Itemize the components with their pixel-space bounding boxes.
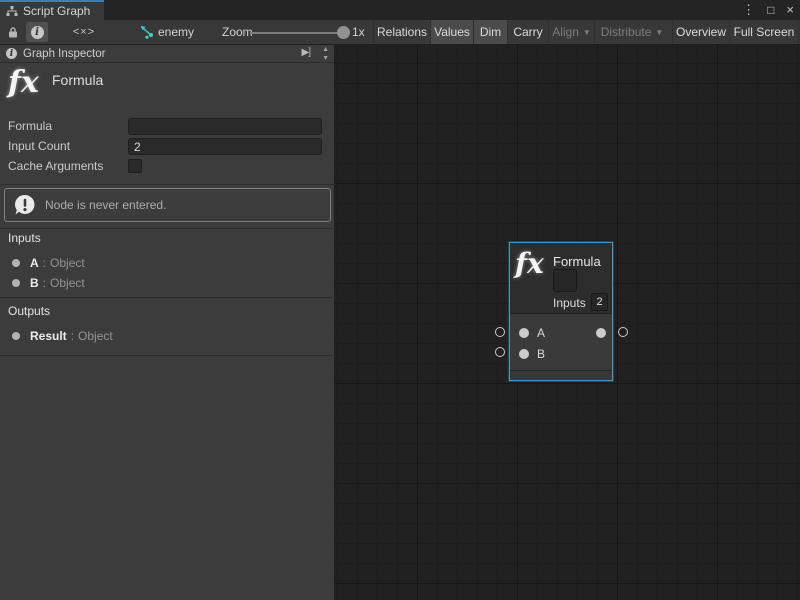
- input-port-row-b: B : Object: [0, 276, 85, 290]
- inspector-title: Graph Inspector: [23, 48, 105, 60]
- port-separator: :: [43, 256, 46, 270]
- spinner-down-icon[interactable]: ▼: [322, 54, 329, 63]
- node-input-port-a[interactable]: [519, 328, 529, 338]
- port-name: Result: [30, 329, 67, 343]
- port-name: A: [30, 256, 39, 270]
- section-divider: [0, 184, 335, 185]
- lock-icon: [7, 26, 19, 39]
- formula-input[interactable]: [128, 118, 322, 135]
- info-icon: i: [31, 26, 44, 39]
- carry-label: Carry: [513, 25, 542, 39]
- full-screen-label: Full Screen: [734, 25, 795, 39]
- zoom-slider-handle[interactable]: [337, 26, 350, 39]
- external-port-ring-a[interactable]: [495, 327, 505, 337]
- zoom-value: 1x: [352, 20, 365, 45]
- input-port-row-a: A : Object: [0, 256, 85, 270]
- node-inputs-count[interactable]: 2: [591, 293, 608, 311]
- node-port-label-a: A: [537, 326, 545, 340]
- values-button[interactable]: Values: [430, 20, 473, 44]
- window-maximize-icon[interactable]: □: [767, 0, 774, 20]
- cache-arguments-checkbox[interactable]: [128, 159, 142, 173]
- zoom-label: Zoom: [222, 20, 253, 45]
- warning-text: Node is never entered.: [45, 198, 166, 212]
- title-bar: Script Graph ⋮ □ ×: [0, 0, 800, 20]
- distribute-button[interactable]: Distribute▼: [594, 20, 669, 44]
- carry-button[interactable]: Carry: [507, 20, 548, 44]
- port-type: Object: [50, 276, 85, 290]
- cache-arguments-label: Cache Arguments: [8, 158, 103, 175]
- dock-icon[interactable]: ▶]: [302, 47, 310, 58]
- node-inputs-label: Inputs: [553, 296, 586, 310]
- formula-field-label: Formula: [8, 118, 52, 135]
- outputs-header: Outputs: [8, 304, 50, 318]
- node-output-port-result[interactable]: [596, 328, 606, 338]
- window-close-icon[interactable]: ×: [786, 0, 794, 20]
- script-graph-icon: [6, 5, 18, 17]
- port-type: Object: [78, 329, 113, 343]
- node-footer: [510, 370, 612, 380]
- script-graph-window: { "window": { "tab_label": "Script Graph…: [0, 0, 800, 600]
- port-bullet-icon: [12, 279, 20, 287]
- code-preview-button[interactable]: <×>: [62, 22, 106, 42]
- lock-button[interactable]: [2, 22, 24, 42]
- graph-inspector-header: i Graph Inspector ▶] ▲▼: [0, 45, 334, 63]
- external-port-ring-b[interactable]: [495, 347, 505, 357]
- window-controls: ⋮ □ ×: [742, 0, 794, 20]
- port-separator: :: [71, 329, 74, 343]
- node-formula-input[interactable]: [553, 269, 577, 292]
- node-fx-icon: fx: [515, 247, 544, 280]
- align-button[interactable]: Align ▼: [548, 20, 594, 44]
- section-divider: [0, 355, 335, 356]
- formula-node[interactable]: fx Formula Inputs 2 A B: [509, 242, 613, 381]
- warning-box: Node is never entered.: [4, 188, 331, 222]
- unit-title: Formula: [52, 72, 103, 88]
- inspector-info-icon: i: [6, 48, 17, 59]
- relations-label: Relations: [377, 25, 427, 39]
- header-spinner[interactable]: ▲▼: [322, 45, 329, 63]
- input-count-input[interactable]: [128, 138, 322, 155]
- window-menu-icon[interactable]: ⋮: [742, 0, 755, 20]
- dim-label: Dim: [480, 25, 501, 39]
- inputs-header: Inputs: [8, 231, 41, 245]
- values-label: Values: [434, 25, 470, 39]
- overview-button[interactable]: Overview: [672, 20, 729, 44]
- port-type: Object: [50, 256, 85, 270]
- distribute-label: Distribute: [601, 25, 652, 39]
- port-separator: :: [43, 276, 46, 290]
- unit-fx-icon: fx: [8, 65, 39, 100]
- port-bullet-icon: [12, 332, 20, 340]
- warning-bubble-icon: [13, 193, 37, 217]
- formula-node-header[interactable]: fx Formula Inputs 2: [510, 243, 612, 314]
- graph-reference-icon-wrap: [138, 22, 155, 42]
- graph-inspector-panel: i Graph Inspector ▶] ▲▼ fx Formula Formu…: [0, 45, 335, 600]
- tab-label: Script Graph: [23, 4, 90, 18]
- graph-toolbar: i <×> enemy Zoom 1x Relations Values Dim…: [0, 20, 800, 45]
- inspect-toggle-button[interactable]: i: [26, 22, 48, 42]
- align-label: Align: [552, 25, 579, 39]
- distribute-dropdown-icon: ▼: [655, 28, 663, 37]
- port-bullet-icon: [12, 259, 20, 267]
- code-icon: <×>: [73, 26, 95, 38]
- align-dropdown-icon: ▼: [583, 28, 591, 37]
- section-divider: [0, 297, 335, 298]
- graph-reference-name[interactable]: enemy: [158, 20, 194, 45]
- zoom-slider-track[interactable]: [250, 32, 342, 34]
- section-divider: [0, 228, 335, 229]
- spinner-up-icon[interactable]: ▲: [322, 45, 329, 54]
- node-input-port-b[interactable]: [519, 349, 529, 359]
- graph-canvas[interactable]: fx Formula Inputs 2 A B: [335, 45, 800, 600]
- full-screen-button[interactable]: Full Screen: [729, 20, 799, 44]
- relations-button[interactable]: Relations: [373, 20, 430, 44]
- node-port-label-b: B: [537, 347, 545, 361]
- node-title: Formula: [553, 254, 601, 269]
- output-port-row-result: Result : Object: [0, 329, 113, 343]
- external-port-ring-result[interactable]: [618, 327, 628, 337]
- port-name: B: [30, 276, 39, 290]
- input-count-label: Input Count: [8, 138, 70, 155]
- graph-reference-icon: [139, 25, 154, 39]
- dim-button[interactable]: Dim: [473, 20, 507, 44]
- tab-script-graph[interactable]: Script Graph: [0, 0, 104, 20]
- overview-label: Overview: [676, 25, 726, 39]
